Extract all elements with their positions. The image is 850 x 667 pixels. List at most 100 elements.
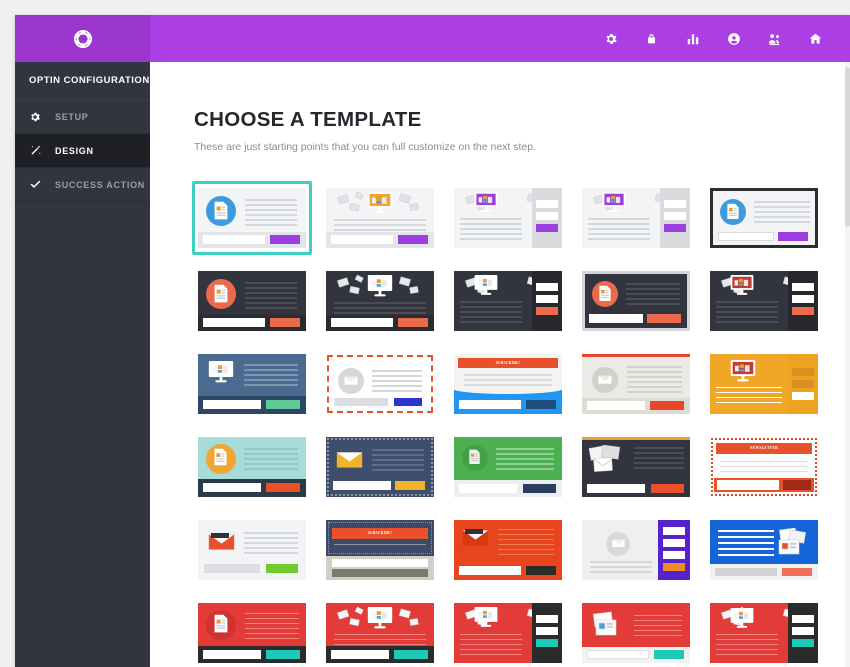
template-cell[interactable]	[572, 342, 700, 425]
template-option-selected[interactable]	[192, 180, 312, 255]
template-cell[interactable]: NEWSLETTER	[700, 425, 828, 508]
template-option[interactable]	[448, 181, 568, 255]
template-option[interactable]	[320, 596, 440, 667]
template-cell[interactable]	[572, 259, 700, 342]
template-cell[interactable]	[700, 591, 828, 667]
template-cell[interactable]	[572, 591, 700, 667]
template-option[interactable]	[576, 347, 696, 421]
template-cell[interactable]	[700, 508, 828, 591]
template-option[interactable]	[320, 347, 440, 421]
template-option[interactable]	[704, 347, 824, 421]
template-option[interactable]	[576, 264, 696, 338]
template-option[interactable]	[320, 181, 440, 255]
template-thumbnail	[582, 519, 690, 580]
template-thumbnail: NEWSLETTER	[710, 436, 818, 497]
template-option[interactable]: NEWSLETTER	[704, 430, 824, 504]
template-cell[interactable]	[572, 508, 700, 591]
template-thumbnail	[710, 187, 818, 248]
sidebar-item-success-action[interactable]: SUCCESS ACTION	[15, 168, 150, 202]
sidebar-item-label: SUCCESS ACTION	[55, 179, 145, 190]
template-cell[interactable]	[700, 259, 828, 342]
home-icon[interactable]	[795, 15, 836, 62]
template-cell[interactable]	[316, 259, 444, 342]
logo-zone[interactable]	[15, 15, 150, 62]
template-cell[interactable]	[444, 259, 572, 342]
template-option[interactable]	[192, 513, 312, 587]
ribbon-banner: SUBSCRIBE!	[332, 527, 428, 539]
template-option[interactable]	[704, 513, 824, 587]
template-thumbnail: SUBSCRIBE!	[454, 353, 562, 414]
template-option[interactable]	[576, 596, 696, 667]
template-thumbnail	[326, 270, 434, 331]
template-cell[interactable]	[572, 176, 700, 259]
template-option[interactable]	[704, 264, 824, 338]
template-thumbnail	[710, 519, 818, 580]
template-option[interactable]	[704, 596, 824, 667]
users-icon[interactable]	[754, 15, 795, 62]
template-cell[interactable]	[316, 425, 444, 508]
template-cell[interactable]	[316, 342, 444, 425]
template-option[interactable]	[192, 430, 312, 504]
template-option[interactable]	[448, 513, 568, 587]
template-option[interactable]	[192, 264, 312, 338]
template-cell[interactable]	[444, 425, 572, 508]
template-option[interactable]	[320, 430, 440, 504]
template-option[interactable]	[576, 181, 696, 255]
template-option[interactable]	[704, 181, 824, 255]
gear-icon[interactable]	[590, 15, 631, 62]
top-header	[15, 15, 850, 62]
template-thumbnail	[710, 353, 818, 414]
template-thumbnail	[198, 519, 306, 580]
template-thumbnail	[582, 353, 690, 414]
template-cell[interactable]	[444, 591, 572, 667]
template-cell[interactable]	[444, 176, 572, 259]
template-thumbnail	[198, 270, 306, 331]
template-cell[interactable]: SUBSCRIBE!	[316, 508, 444, 591]
template-cell[interactable]	[444, 508, 572, 591]
template-option[interactable]	[576, 430, 696, 504]
template-option[interactable]	[448, 596, 568, 667]
template-option[interactable]	[192, 347, 312, 421]
template-thumbnail	[198, 187, 306, 248]
template-grid: SUBSCRIBE! NEWSLETTER SUBSCRIBE!	[188, 176, 850, 667]
sidebar-item-design[interactable]: DESIGN	[15, 134, 158, 168]
page-subtitle: These are just starting points that you …	[194, 141, 537, 153]
template-thumbnail	[582, 436, 690, 497]
template-option[interactable]	[448, 264, 568, 338]
template-cell[interactable]	[572, 425, 700, 508]
template-thumbnail	[454, 436, 562, 497]
template-cell[interactable]	[700, 342, 828, 425]
template-cell[interactable]	[700, 176, 828, 259]
template-thumbnail	[710, 270, 818, 331]
template-cell[interactable]	[316, 591, 444, 667]
main-content: CHOOSE A TEMPLATE These are just startin…	[150, 62, 850, 667]
template-option[interactable]	[320, 264, 440, 338]
sidebar-item-label: SETUP	[55, 111, 89, 122]
template-cell[interactable]	[188, 342, 316, 425]
user-circle-icon[interactable]	[713, 15, 754, 62]
gear-icon	[29, 111, 49, 123]
template-thumbnail	[582, 270, 690, 331]
lock-icon[interactable]	[631, 15, 672, 62]
template-thumbnail	[326, 602, 434, 663]
template-cell[interactable]: SUBSCRIBE!	[444, 342, 572, 425]
template-cell[interactable]	[188, 259, 316, 342]
template-cell[interactable]	[316, 176, 444, 259]
template-option[interactable]: SUBSCRIBE!	[320, 513, 440, 587]
template-thumbnail	[454, 187, 562, 248]
template-thumbnail	[198, 353, 306, 414]
template-option[interactable]	[192, 596, 312, 667]
bar-chart-icon[interactable]	[672, 15, 713, 62]
template-option[interactable]: SUBSCRIBE!	[448, 347, 568, 421]
sidebar-item-setup[interactable]: SETUP	[15, 100, 150, 134]
template-cell[interactable]	[188, 176, 316, 259]
template-cell[interactable]	[188, 591, 316, 667]
template-option[interactable]	[448, 430, 568, 504]
template-thumbnail	[710, 602, 818, 663]
template-option[interactable]	[576, 513, 696, 587]
ribbon-banner: SUBSCRIBE!	[458, 357, 558, 368]
template-cell[interactable]	[188, 425, 316, 508]
scrollbar-thumb[interactable]	[845, 67, 850, 227]
template-thumbnail	[326, 436, 434, 497]
template-cell[interactable]	[188, 508, 316, 591]
